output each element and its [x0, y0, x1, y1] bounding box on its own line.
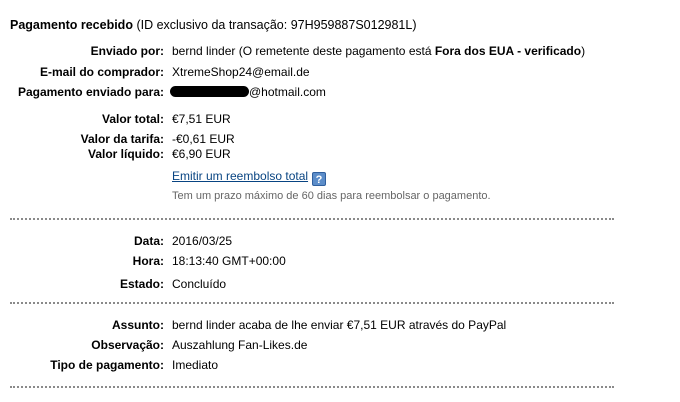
sender-label: Enviado por:: [90, 44, 164, 58]
sent-to-email-suffix: @hotmail.com: [249, 85, 326, 99]
total-label: Valor total:: [101, 112, 164, 126]
page-title: Pagamento recebido: [10, 18, 133, 32]
date-value: 2016/03/25: [172, 234, 233, 248]
refund-row: Emitir um reembolso total?: [0, 168, 680, 186]
transaction-suffix: ): [412, 18, 417, 32]
net-row: Valor líquido: €6,90 EUR: [0, 146, 680, 162]
total-value: €7,51 EUR: [172, 112, 231, 126]
sent-to-value: @hotmail.com: [170, 84, 326, 100]
divider: [10, 386, 614, 388]
fee-label: Valor da tarifa:: [80, 132, 164, 146]
divider: [10, 302, 614, 304]
refund-actions: Emitir um reembolso total?: [172, 168, 327, 186]
time-row: Hora: 18:13:40 GMT+00:00: [0, 253, 680, 269]
refund-link[interactable]: Emitir um reembolso total: [172, 169, 308, 183]
payment-type-value: Imediato: [172, 358, 219, 372]
subject-value: bernd linder acaba de lhe enviar €7,51 E…: [172, 318, 507, 332]
buyer-email-row: E-mail do comprador: XtremeShop24@email.…: [0, 64, 680, 80]
time-value: 18:13:40 GMT+00:00: [172, 254, 286, 268]
note-value: Auszahlung Fan-Likes.de: [172, 338, 308, 352]
sender-note-prefix: (O remetente deste pagamento está: [238, 44, 435, 58]
sender-name: bernd linder: [172, 44, 236, 58]
payment-type-row: Tipo de pagamento: Imediato: [0, 357, 680, 373]
date-label: Data:: [133, 234, 164, 248]
status-label: Estado:: [119, 277, 164, 291]
note-label: Observação:: [91, 338, 164, 352]
subject-label: Assunto:: [112, 318, 164, 332]
refund-note: Tem um prazo máximo de 60 dias para reem…: [172, 190, 491, 202]
note-row: Observação: Auszahlung Fan-Likes.de: [0, 337, 680, 353]
status-value: Concluído: [172, 277, 227, 291]
net-value: €6,90 EUR: [172, 147, 231, 161]
buyer-email-value: XtremeShop24@email.de: [172, 65, 310, 79]
sender-row: Enviado por: bernd linder (O remetente d…: [0, 43, 680, 59]
transaction-prefix: (ID exclusivo da transação:: [136, 18, 291, 32]
sender-status: Fora dos EUA - verificado: [434, 44, 582, 58]
date-row: Data: 2016/03/25: [0, 233, 680, 249]
time-label: Hora:: [132, 254, 164, 268]
payment-header: Pagamento recebido (ID exclusivo da tran…: [10, 18, 417, 32]
status-row: Estado: Concluído: [0, 276, 680, 292]
fee-value: -€0,61 EUR: [172, 132, 235, 146]
fee-row: Valor da tarifa: -€0,61 EUR: [0, 131, 680, 147]
subject-row: Assunto: bernd linder acaba de lhe envia…: [0, 317, 680, 333]
redaction-mark: [170, 86, 249, 97]
divider: [10, 218, 614, 220]
total-row: Valor total: €7,51 EUR: [0, 111, 680, 127]
help-icon[interactable]: ?: [312, 172, 327, 186]
net-label: Valor líquido:: [87, 147, 164, 161]
sent-to-row: Pagamento enviado para: @hotmail.com: [0, 84, 680, 100]
sender-note-suffix: ): [581, 44, 586, 58]
refund-note-row: Tem um prazo máximo de 60 dias para reem…: [0, 188, 680, 204]
transaction-id: 97H959887S012981L: [290, 18, 413, 32]
sender-value: bernd linder (O remetente deste pagament…: [172, 43, 585, 59]
payment-type-label: Tipo de pagamento:: [50, 358, 164, 372]
sent-to-label: Pagamento enviado para:: [17, 85, 164, 99]
buyer-email-label: E-mail do comprador:: [39, 65, 164, 79]
